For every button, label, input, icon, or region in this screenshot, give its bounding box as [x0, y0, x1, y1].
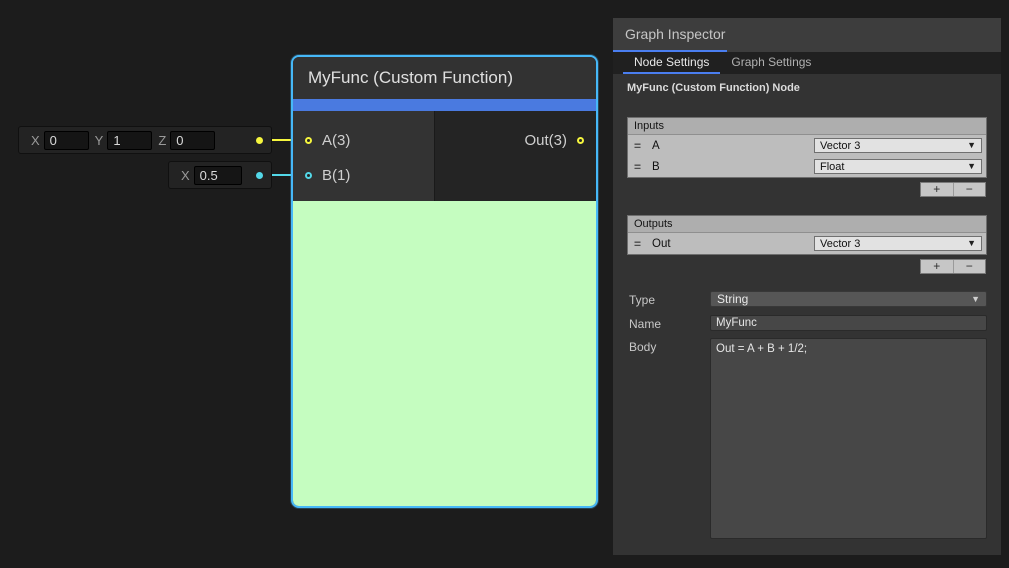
- graph-inspector-panel: Graph Inspector Node Settings Graph Sett…: [613, 18, 1001, 555]
- outputs-list-header: Outputs: [628, 216, 986, 233]
- inputs-list-header: Inputs: [628, 118, 986, 135]
- chevron-down-icon: ▼: [967, 141, 976, 150]
- float-value-field[interactable]: [194, 166, 242, 185]
- shader-graph-window: X Y Z X MyFunc (Custom Function): [0, 0, 1009, 568]
- port-stub-dot-icon: [256, 172, 263, 179]
- z-value-field[interactable]: [170, 131, 215, 150]
- add-input-button[interactable]: +: [921, 183, 953, 196]
- inputs-list-footer: + −: [920, 182, 986, 197]
- input-port-b: B(1): [305, 162, 360, 188]
- node-titlebar[interactable]: MyFunc (Custom Function): [293, 57, 596, 99]
- port-label-out: Out(3): [524, 132, 567, 149]
- port-label-b: B(1): [322, 167, 350, 184]
- list-item: = B Float ▼: [628, 156, 986, 177]
- input-type-value: Vector 3: [820, 140, 860, 152]
- name-field[interactable]: [710, 315, 987, 331]
- outputs-list: Outputs = Out Vector 3 ▼: [627, 215, 987, 255]
- port-stub-dot-icon: [256, 137, 263, 144]
- node-port-area: A(3) B(1) Out(3): [293, 111, 596, 201]
- input-port-a: A(3): [305, 127, 360, 153]
- x-axis-label: X: [31, 133, 40, 148]
- vector3-default-widget: X Y Z: [18, 126, 272, 154]
- x-value-field[interactable]: [44, 131, 89, 150]
- drag-handle-icon[interactable]: =: [634, 160, 648, 174]
- node-title: MyFunc (Custom Function): [308, 68, 513, 88]
- type-dropdown[interactable]: String ▼: [710, 291, 987, 307]
- inputs-list: Inputs = A Vector 3 ▼ = B Float ▼: [627, 117, 987, 178]
- custom-function-node[interactable]: MyFunc (Custom Function) A(3) B(1) Out(3…: [291, 55, 598, 508]
- inspector-title: Graph Inspector: [625, 26, 725, 42]
- port-circle-b[interactable]: [305, 172, 312, 179]
- input-type-dropdown[interactable]: Float ▼: [814, 159, 982, 174]
- input-type-dropdown[interactable]: Vector 3 ▼: [814, 138, 982, 153]
- y-value-field[interactable]: [107, 131, 152, 150]
- port-circle-a[interactable]: [305, 137, 312, 144]
- float-default-widget: X: [168, 161, 272, 189]
- remove-input-button[interactable]: −: [953, 183, 986, 196]
- list-item: = A Vector 3 ▼: [628, 135, 986, 156]
- body-field[interactable]: Out = A + B + 1/2;: [710, 338, 987, 539]
- tab-graph-settings[interactable]: Graph Settings: [720, 52, 822, 74]
- z-axis-label: Z: [158, 133, 166, 148]
- drag-handle-icon[interactable]: =: [634, 139, 648, 153]
- type-label: Type: [629, 293, 655, 307]
- outputs-list-footer: + −: [920, 259, 986, 274]
- remove-output-button[interactable]: −: [953, 260, 986, 273]
- x-axis-label: X: [181, 168, 190, 183]
- name-label: Name: [629, 317, 661, 331]
- node-settings-heading: MyFunc (Custom Function) Node: [627, 82, 800, 94]
- add-output-button[interactable]: +: [921, 260, 953, 273]
- y-axis-label: Y: [95, 133, 104, 148]
- inspector-titlebar[interactable]: Graph Inspector: [613, 18, 1001, 52]
- output-type-dropdown[interactable]: Vector 3 ▼: [814, 236, 982, 251]
- output-port-out: Out(3): [514, 127, 584, 153]
- output-name: Out: [652, 238, 671, 250]
- inspector-tab-bar: Node Settings Graph Settings: [613, 52, 1001, 74]
- port-circle-out[interactable]: [577, 137, 584, 144]
- body-label: Body: [629, 340, 656, 354]
- port-label-a: A(3): [322, 132, 350, 149]
- chevron-down-icon: ▼: [967, 162, 976, 171]
- input-name: A: [652, 140, 660, 152]
- type-value: String: [717, 292, 748, 306]
- input-type-value: Float: [820, 161, 844, 173]
- node-accent-bar: [293, 99, 596, 111]
- node-preview: [293, 201, 596, 506]
- chevron-down-icon: ▼: [971, 295, 980, 304]
- tab-node-settings[interactable]: Node Settings: [623, 52, 720, 74]
- list-item: = Out Vector 3 ▼: [628, 233, 986, 254]
- output-type-value: Vector 3: [820, 238, 860, 250]
- chevron-down-icon: ▼: [967, 239, 976, 248]
- input-name: B: [652, 161, 660, 173]
- drag-handle-icon[interactable]: =: [634, 237, 648, 251]
